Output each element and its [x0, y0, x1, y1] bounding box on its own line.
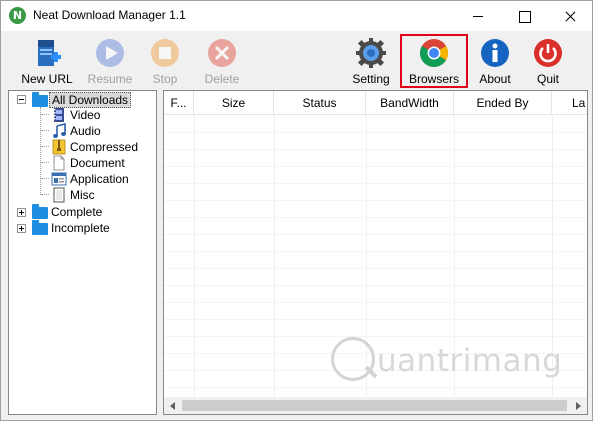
delete-label: Delete: [204, 72, 240, 86]
folder-icon: [32, 92, 48, 107]
tree-item-label: Application: [70, 172, 129, 186]
tree-connector: [40, 107, 41, 195]
toolbar: New URL Resume Stop Delete Setting Brows…: [1, 31, 592, 89]
scroll-right-arrow-icon[interactable]: [570, 397, 587, 414]
grid-line: [164, 217, 587, 218]
about-label: About: [479, 72, 511, 86]
misc-file-icon: [53, 187, 65, 203]
grid-line: [164, 149, 587, 150]
tree-item-label: Complete: [51, 205, 103, 219]
tree-connector: [41, 194, 49, 195]
tree-item-label: Audio: [70, 124, 101, 138]
tree-item-label: Incomplete: [51, 221, 110, 235]
delete-button[interactable]: Delete: [197, 35, 247, 87]
tree-connector: [41, 130, 49, 131]
music-note-icon: [53, 123, 66, 138]
stop-button[interactable]: Stop: [141, 35, 189, 87]
scrollbar-thumb[interactable]: [182, 400, 567, 411]
tree-item-label: Video: [70, 108, 101, 122]
about-button[interactable]: About: [474, 35, 516, 87]
minimize-button[interactable]: [455, 1, 501, 31]
grid-line: [164, 387, 587, 388]
column-header-filename[interactable]: F...: [164, 91, 194, 115]
info-icon: [481, 39, 509, 67]
grid-line: [194, 115, 195, 397]
stop-icon: [151, 39, 179, 67]
setting-button[interactable]: Setting: [347, 35, 395, 87]
grid-line: [164, 268, 587, 269]
grid-line: [164, 183, 587, 184]
new-url-button[interactable]: New URL: [19, 35, 75, 87]
grid-line: [164, 302, 587, 303]
grid-line: [164, 319, 587, 320]
new-url-icon: [38, 40, 61, 66]
watermark: uantrimang: [331, 337, 562, 385]
resume-button[interactable]: Resume: [85, 35, 135, 87]
tree-collapse-toggle[interactable]: [17, 95, 26, 104]
window-title: Neat Download Manager 1.1: [33, 8, 186, 22]
grid-line: [164, 200, 587, 201]
column-header-status[interactable]: Status: [274, 91, 366, 115]
tree-item-label: All Downloads: [49, 92, 132, 108]
folder-icon: [32, 204, 48, 219]
stop-label: Stop: [152, 72, 178, 86]
app-logo-icon: N: [9, 7, 26, 24]
category-tree[interactable]: All Downloads Video Audio Compressed Doc…: [8, 90, 157, 415]
watermark-logo-icon: [331, 337, 375, 381]
play-icon: [96, 39, 124, 67]
quit-button[interactable]: Quit: [527, 35, 569, 87]
scroll-left-arrow-icon[interactable]: [164, 397, 181, 414]
tree-item-label: Misc: [70, 188, 95, 202]
grid-line: [164, 166, 587, 167]
tree-item-label: Compressed: [70, 140, 139, 154]
delete-icon: [208, 39, 236, 67]
list-header: F... Size Status BandWidth Ended By La: [164, 91, 587, 115]
column-header-ended-by[interactable]: Ended By: [454, 91, 552, 115]
close-button[interactable]: [547, 1, 593, 31]
film-icon: [54, 108, 64, 122]
maximize-button[interactable]: [501, 1, 547, 31]
grid-line: [164, 251, 587, 252]
grid-line: [164, 234, 587, 235]
tree-connector: [41, 178, 49, 179]
tree-connector: [41, 114, 49, 115]
setting-label: Setting: [352, 72, 390, 86]
gear-icon: [356, 38, 386, 68]
power-icon: [534, 39, 562, 67]
resume-label: Resume: [87, 72, 133, 86]
tree-expand-toggle[interactable]: [17, 224, 26, 233]
app-window: N Neat Download Manager 1.1 New URL Resu…: [0, 0, 593, 421]
application-window-icon: [51, 172, 67, 186]
tree-connector: [41, 146, 49, 147]
archive-icon: [52, 139, 66, 155]
column-header-size[interactable]: Size: [194, 91, 274, 115]
horizontal-scrollbar[interactable]: [164, 397, 587, 414]
tree-expand-toggle[interactable]: [17, 208, 26, 217]
column-header-last[interactable]: La: [552, 91, 587, 115]
folder-icon: [32, 220, 48, 235]
column-header-bandwidth[interactable]: BandWidth: [366, 91, 454, 115]
grid-line: [164, 285, 587, 286]
quit-label: Quit: [536, 72, 559, 86]
grid-line: [274, 115, 275, 397]
tree-item-label: Document: [70, 156, 125, 170]
title-bar[interactable]: N Neat Download Manager 1.1: [1, 1, 592, 31]
document-icon: [53, 155, 65, 171]
browsers-highlight-box: [400, 34, 468, 88]
tree-connector: [41, 162, 49, 163]
new-url-label: New URL: [21, 72, 73, 86]
watermark-text: uantrimang: [377, 343, 563, 379]
grid-line: [164, 132, 587, 133]
